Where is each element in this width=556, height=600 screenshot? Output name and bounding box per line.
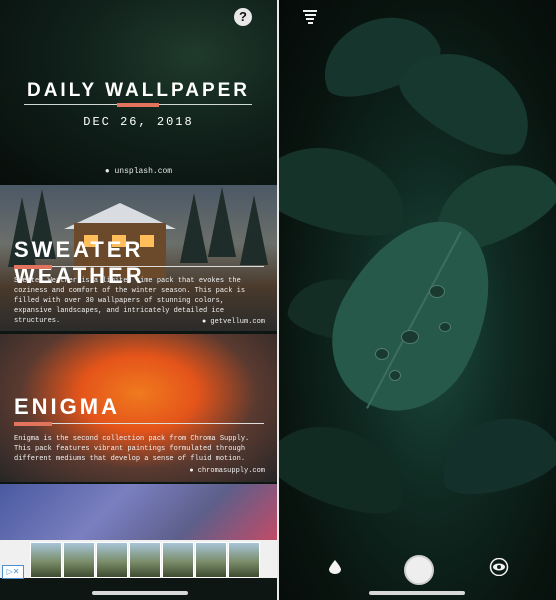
ad-thumbnail [96, 542, 128, 578]
home-indicator[interactable] [369, 591, 465, 595]
ad-thumbnail [129, 542, 161, 578]
water-droplet [375, 348, 389, 360]
credit-text: chromasupply.com [197, 467, 265, 475]
wallpaper-date: DEC 26, 2018 [83, 115, 194, 129]
water-droplet [429, 285, 445, 298]
pack-card-enigma[interactable]: ENIGMA Enigma is the second collection p… [0, 334, 277, 482]
pack-description: Enigma is the second collection pack fro… [14, 435, 250, 463]
leaf-shape [279, 131, 417, 249]
water-droplet [439, 322, 451, 332]
pack-accent-bar [14, 265, 52, 269]
photo-credit-link[interactable]: ● unsplash.com [0, 167, 277, 176]
pack-accent-bar [14, 422, 52, 426]
eye-icon[interactable] [489, 558, 509, 576]
pack-card-sweater-weather[interactable]: SWEATER WEATHER Sweater Weather is a lim… [0, 185, 277, 331]
ad-thumbnail [63, 542, 95, 578]
ad-thumbnail [228, 542, 260, 578]
daily-wallpaper-card[interactable]: ? DAILY WALLPAPER DEC 26, 2018 ● unsplas… [0, 0, 277, 185]
title-accent-bar [117, 103, 159, 107]
pack-credit-link[interactable]: ● getvellum.com [202, 318, 265, 326]
home-indicator[interactable] [92, 591, 188, 595]
wallpaper-list-screen: ? DAILY WALLPAPER DEC 26, 2018 ● unsplas… [0, 0, 277, 600]
pack-credit-link[interactable]: ● chromasupply.com [189, 467, 265, 475]
water-droplet [401, 330, 419, 344]
water-droplet [389, 370, 401, 381]
drop-icon[interactable] [329, 560, 341, 574]
pack-card-abstract[interactable] [0, 484, 277, 540]
wallpaper-preview-screen [279, 0, 556, 600]
link-icon: ● [189, 467, 198, 475]
ad-choices-icon[interactable]: ▷✕ [2, 565, 24, 579]
camera-icon: ● [104, 167, 115, 176]
pack-title: ENIGMA [14, 394, 120, 419]
capture-button[interactable] [404, 555, 434, 585]
leaf-shape [279, 408, 418, 527]
ad-thumbnail [162, 542, 194, 578]
filter-icon[interactable] [303, 10, 317, 26]
leaf-shape [431, 405, 556, 505]
daily-wallpaper-title: DAILY WALLPAPER [26, 80, 251, 101]
credit-text: getvellum.com [210, 318, 265, 326]
ad-thumbnail [195, 542, 227, 578]
ad-banner[interactable]: ▷✕ [0, 540, 277, 579]
ad-thumbnail [30, 542, 62, 578]
help-icon[interactable]: ? [234, 8, 252, 26]
credit-text: unsplash.com [114, 167, 173, 176]
